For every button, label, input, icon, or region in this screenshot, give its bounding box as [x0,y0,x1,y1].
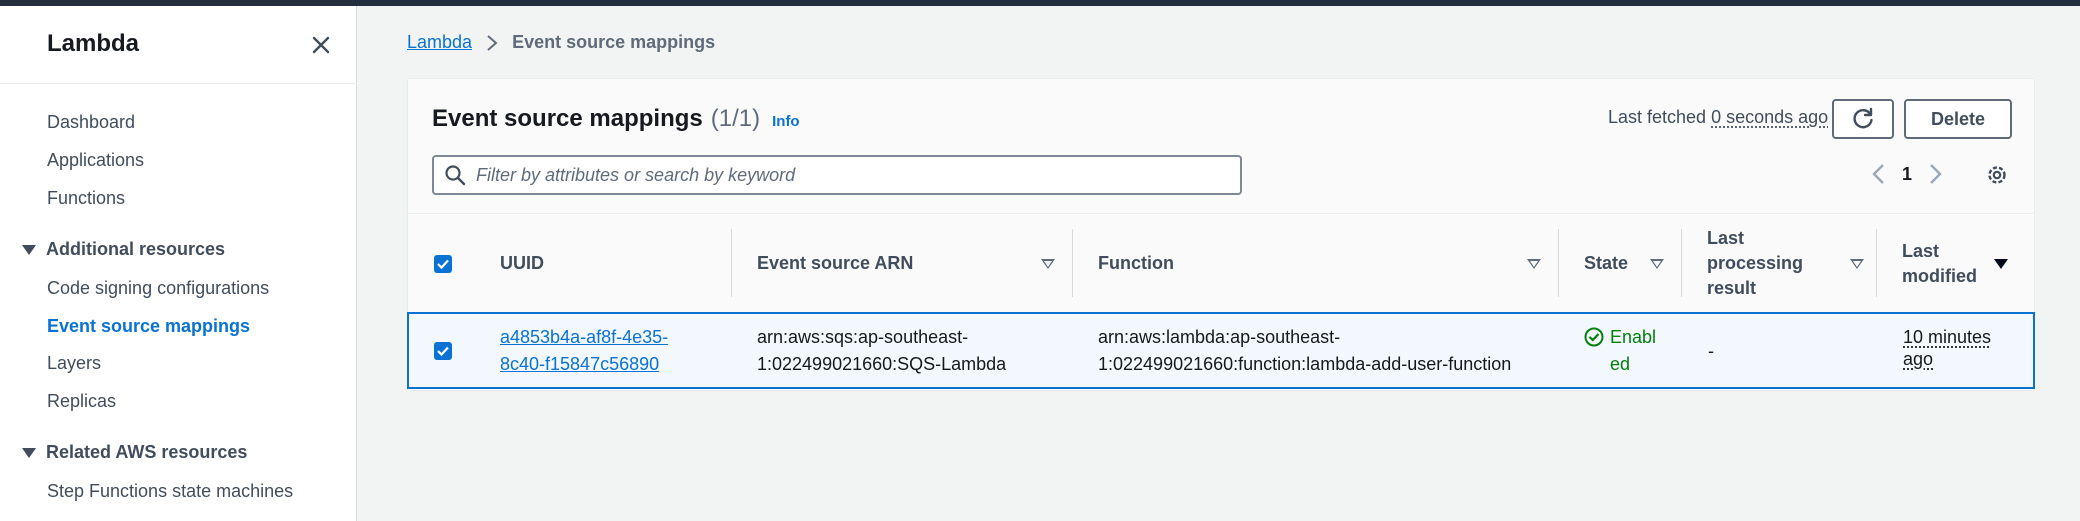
sidebar-section-additional-resources[interactable]: Additional resources [22,239,225,260]
sidebar-title[interactable]: Lambda [47,30,139,58]
search-icon [445,165,466,186]
sort-icon[interactable] [1041,259,1055,269]
chevron-right-icon [487,34,498,51]
last-fetched-value: 0 seconds ago [1711,107,1829,127]
last-fetched: Last fetched 0 seconds ago [1608,107,1828,128]
check-icon [437,259,449,270]
column-divider[interactable] [1681,229,1682,297]
refresh-icon [1853,107,1873,129]
close-icon[interactable] [308,32,334,58]
last-processing-result-cell: - [1708,341,1714,361]
column-header-function[interactable]: Function [1098,215,1174,312]
sidebar-item-functions[interactable]: Functions [47,188,125,209]
column-header-uuid[interactable]: UUID [500,215,544,312]
sidebar-item-replicas[interactable]: Replicas [47,391,116,412]
column-divider[interactable] [1072,229,1073,297]
column-divider[interactable] [1558,229,1559,297]
column-header-state[interactable]: State [1584,215,1628,312]
caret-down-icon [22,244,36,255]
column-label: UUID [500,253,544,273]
gear-icon[interactable] [1984,162,2010,188]
event-source-arn-cell: arn:aws:sqs:ap-southeast-1:022499021660:… [757,327,1007,374]
delete-button[interactable]: Delete [1904,99,2012,139]
event-source-mappings-table-panel: Event source mappings (1/1) Info Last fe… [407,78,2035,391]
select-all-checkbox[interactable] [434,255,452,273]
chevron-left-icon[interactable] [1868,161,1890,187]
sidebar-item-code-signing[interactable]: Code signing configurations [47,278,269,299]
column-divider[interactable] [731,229,732,297]
sidebar-item-dashboard[interactable]: Dashboard [47,112,135,133]
column-label: Last modified [1902,240,1977,286]
page-title: Event source mappings (1/1) Info [432,105,800,133]
sidebar-section-related-aws-resources[interactable]: Related AWS resources [22,442,247,463]
table-header: UUID Event source ARN Function State Las… [408,215,2034,312]
row-checkbox[interactable] [434,342,452,360]
panel-title-text: Event source mappings [432,105,703,132]
status-badge: Enabled [1584,324,1664,378]
function-arn-cell: arn:aws:lambda:ap-southeast-1:0224990216… [1098,327,1512,374]
search-field [432,155,1242,195]
uuid-link[interactable]: a4853b4a-af8f-4e35-8c40-f15847c56890 [500,324,690,378]
state-text: Enabled [1610,327,1657,374]
panel-header: Event source mappings (1/1) Info Last fe… [408,79,2034,214]
table-row[interactable]: a4853b4a-af8f-4e35-8c40-f15847c56890 arn… [407,312,2035,389]
caret-down-icon [22,447,36,458]
sidebar-item-event-source-mappings[interactable]: Event source mappings [47,316,250,337]
column-header-event-source-arn[interactable]: Event source ARN [757,215,913,312]
sort-descending-icon[interactable] [1994,259,2008,269]
breadcrumb-current: Event source mappings [512,32,716,52]
column-divider[interactable] [1876,229,1877,297]
search-input[interactable] [476,164,1216,186]
info-link[interactable]: Info [772,113,800,130]
column-header-last-modified[interactable]: Last modified [1902,215,2002,312]
sidebar-section-label: Additional resources [46,239,226,259]
sidebar-item-layers[interactable]: Layers [47,353,101,374]
sidebar-item-step-functions[interactable]: Step Functions state machines [47,481,293,502]
column-label: Function [1098,253,1174,273]
column-label: Last processing result [1707,228,1804,298]
last-modified-cell: 10 minutes ago [1903,327,1992,369]
sidebar-header: Lambda [0,6,357,84]
check-icon [437,346,449,357]
breadcrumb: Lambda Event source mappings [407,32,715,53]
sidebar-item-applications[interactable]: Applications [47,150,144,171]
sort-icon[interactable] [1650,259,1664,269]
status-success-icon [1584,327,1604,347]
chevron-right-icon[interactable] [1924,161,1946,187]
column-label: Event source ARN [757,253,914,273]
sidebar-section-label: Related AWS resources [46,442,248,462]
breadcrumb-lambda-link[interactable]: Lambda [407,32,472,53]
refresh-button[interactable] [1832,99,1894,139]
sort-icon[interactable] [1850,259,1864,269]
side-navigation: Lambda Dashboard Applications Functions … [0,6,357,521]
last-fetched-label: Last fetched [1608,107,1707,127]
column-header-last-processing-result[interactable]: Last processing result [1707,215,1837,312]
page-number[interactable]: 1 [1902,164,1912,185]
sort-icon[interactable] [1527,259,1541,269]
pagination: 1 [1868,161,1946,187]
column-label: State [1584,253,1629,273]
item-count: (1/1) [710,105,761,132]
